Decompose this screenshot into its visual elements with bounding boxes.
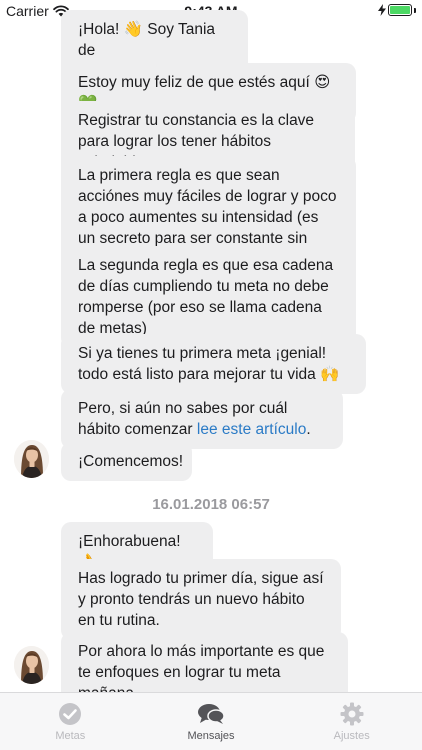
message-bubble: ¡Comencemos! <box>61 442 192 481</box>
message-bubble: Por ahora lo más importante es que te en… <box>61 632 348 692</box>
chat-bubbles-icon <box>198 704 225 724</box>
message-bubble: Pero, si aún no sabes por cuál hábito co… <box>61 389 343 449</box>
tab-label: Metas <box>55 730 86 742</box>
chat-thread[interactable]: ¡Hola! 👋 Soy Tania de Habitualmente.com … <box>0 0 422 692</box>
gear-icon <box>340 702 364 726</box>
message-link[interactable]: lee este artículo <box>197 421 306 438</box>
tab-label: Mensajes <box>187 730 235 742</box>
coach-avatar-image <box>14 440 49 478</box>
message-bubble: La segunda regla es que esa cadena de dí… <box>61 246 356 348</box>
message-bubble: Si ya tienes tu primera meta ¡genial! to… <box>61 334 366 394</box>
message-text: ¡Hola! 👋 Soy Tania de <box>78 21 216 59</box>
message-text: La segunda regla es que esa cadena de dí… <box>78 257 334 337</box>
message-text: Si ya tienes tu primera meta ¡genial! to… <box>78 345 340 383</box>
tab-bar: Metas Mensajes Ajustes <box>0 692 422 750</box>
tab-ajustes[interactable]: Ajustes <box>281 693 422 750</box>
avatar <box>14 440 49 478</box>
tab-label: Ajustes <box>333 730 370 742</box>
date-separator: 16.01.2018 06:57 <box>152 496 270 513</box>
tab-metas[interactable]: Metas <box>0 693 141 750</box>
avatar <box>14 646 49 684</box>
message-text: . <box>306 421 311 438</box>
message-text: Has logrado tu primer día, sigue así y p… <box>78 570 324 629</box>
tab-mensajes[interactable]: Mensajes <box>141 693 282 750</box>
message-text: ¡Comencemos! <box>78 453 184 470</box>
coach-avatar-image <box>14 646 49 684</box>
message-text: Por ahora lo más importante es que te en… <box>78 643 325 692</box>
message-bubble: Has logrado tu primer día, sigue así y p… <box>61 559 341 640</box>
checkmark-circle-icon <box>59 703 82 725</box>
